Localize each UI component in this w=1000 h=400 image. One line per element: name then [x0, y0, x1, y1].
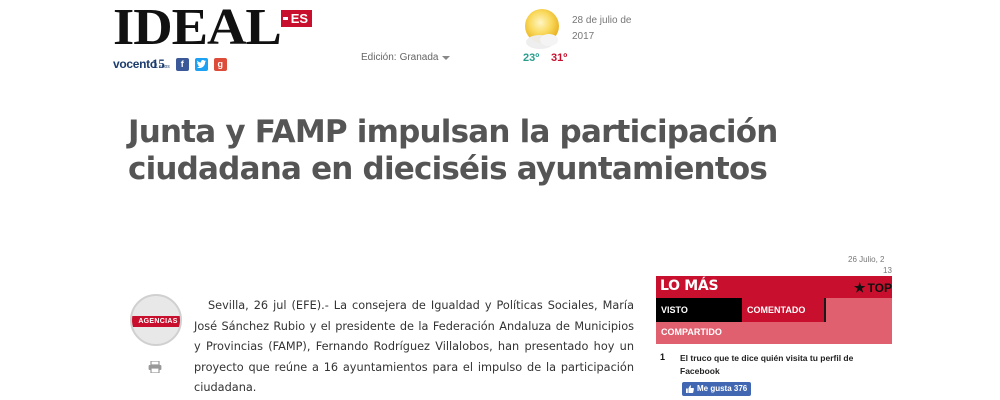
- article-body: Sevilla, 26 jul (EFE).- La consejera de …: [194, 296, 634, 399]
- like-count: Me gusta 376: [697, 384, 748, 393]
- publish-time: 13: [883, 266, 892, 275]
- item-rank: 1: [660, 352, 666, 362]
- chevron-down-icon: [441, 56, 450, 60]
- top-link[interactable]: ★ TOP: [854, 280, 892, 296]
- publish-date: 26 Julio, 2: [848, 255, 885, 264]
- print-icon[interactable]: [148, 360, 162, 378]
- thumbs-up-icon: [686, 385, 694, 393]
- edition-label: Edición:: [361, 52, 397, 63]
- vocento-bar: vocento 15 años f g: [113, 56, 227, 72]
- tab-compartido[interactable]: COMPARTIDO: [656, 322, 892, 344]
- temperature-min: 23º: [523, 52, 540, 64]
- site-logo[interactable]: IDEAL ES: [113, 0, 313, 56]
- twitter-icon[interactable]: [194, 57, 208, 71]
- tab-comentado[interactable]: COMENTADO: [742, 298, 826, 322]
- current-date: 28 de julio de 2017: [572, 15, 632, 42]
- item-title-link[interactable]: El truco que te dice quién visita tu per…: [680, 352, 880, 378]
- widget-title: LO MÁS: [660, 278, 719, 294]
- widget-tabs: VISTO COMENTADO COMPARTIDO: [656, 298, 892, 344]
- google-plus-icon[interactable]: g: [213, 57, 227, 71]
- star-icon: ★: [853, 280, 866, 295]
- most-popular-widget: LO MÁS ★ TOP VISTO COMENTADO COMPARTIDO …: [656, 276, 892, 400]
- facebook-like-button[interactable]: Me gusta 376: [682, 382, 752, 396]
- logo-wordmark: IDEAL: [113, 0, 282, 56]
- widget-header: LO MÁS ★ TOP: [656, 276, 892, 298]
- top-label: TOP: [867, 281, 892, 295]
- agency-label: AGENCIAS: [132, 316, 180, 327]
- author-avatar[interactable]: AGENCIAS: [130, 294, 182, 346]
- article-headline: Junta y FAMP impulsan la participación c…: [128, 114, 778, 187]
- article-paragraph: Sevilla, 26 jul (EFE).- La consejera de …: [194, 299, 634, 394]
- vocento-logo[interactable]: vocento 15 años: [113, 56, 170, 72]
- edition-selector[interactable]: Edición: Granada: [361, 52, 450, 63]
- temperature-max: 31º: [551, 52, 568, 64]
- logo-es-badge: ES: [280, 10, 313, 27]
- facebook-icon[interactable]: f: [175, 57, 189, 71]
- edition-value: Granada: [399, 52, 439, 63]
- tab-visto[interactable]: VISTO: [656, 298, 742, 322]
